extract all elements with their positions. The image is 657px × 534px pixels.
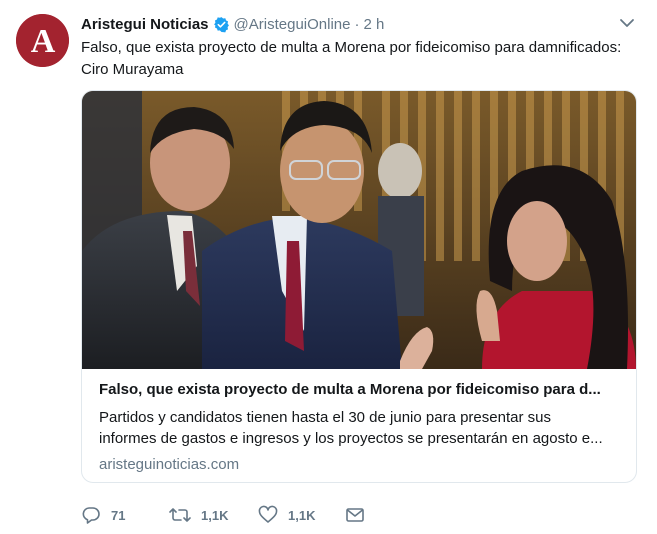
- card-domain[interactable]: aristeguinoticias.com: [99, 455, 624, 475]
- author-handle[interactable]: @AristeguiOnline: [234, 16, 351, 33]
- separator-dot: ·: [354, 15, 360, 33]
- author-name[interactable]: Aristegui Noticias: [81, 16, 209, 33]
- message-button[interactable]: [345, 504, 365, 526]
- reply-icon: [82, 507, 100, 524]
- timestamp[interactable]: 2 h: [363, 16, 384, 33]
- like-button[interactable]: 1,1K: [258, 504, 315, 526]
- card-description-line: informes de gastos e ingresos y los proy…: [99, 430, 603, 447]
- card-body: Falso, que exista proyecto de multa a Mo…: [99, 380, 624, 475]
- avatar-letter: A: [31, 23, 56, 60]
- avatar[interactable]: A: [16, 14, 69, 67]
- chevron-down-icon[interactable]: [618, 14, 636, 32]
- card-title[interactable]: Falso, que exista proyecto de multa a Mo…: [99, 380, 624, 400]
- verified-icon: [213, 16, 229, 32]
- link-card[interactable]: Falso, que exista proyecto de multa a Mo…: [81, 90, 637, 483]
- like-count: 1,1K: [288, 507, 316, 523]
- tweet[interactable]: A Aristegui Noticias @AristeguiOnline · …: [0, 0, 657, 534]
- card-description-line: Partidos y candidatos tienen hasta el 30…: [99, 409, 551, 426]
- tweet-actions: 71 1,1K 1,1K: [81, 504, 641, 526]
- retweet-icon: [169, 508, 191, 522]
- avatar-logo: A: [16, 14, 69, 67]
- tweet-text: Falso, que exista proyecto de multa a Mo…: [81, 39, 622, 78]
- message-icon: [346, 508, 364, 522]
- retweet-count: 1,1K: [201, 507, 229, 523]
- reply-button[interactable]: 71: [81, 504, 125, 526]
- like-icon: [258, 505, 278, 523]
- tweet-header: Aristegui Noticias @AristeguiOnline · 2 …: [81, 14, 384, 34]
- reply-count: 71: [111, 507, 126, 523]
- card-description: Partidos y candidatos tienen hasta el 30…: [99, 407, 624, 449]
- card-image[interactable]: [82, 91, 636, 369]
- retweet-button[interactable]: 1,1K: [169, 504, 228, 526]
